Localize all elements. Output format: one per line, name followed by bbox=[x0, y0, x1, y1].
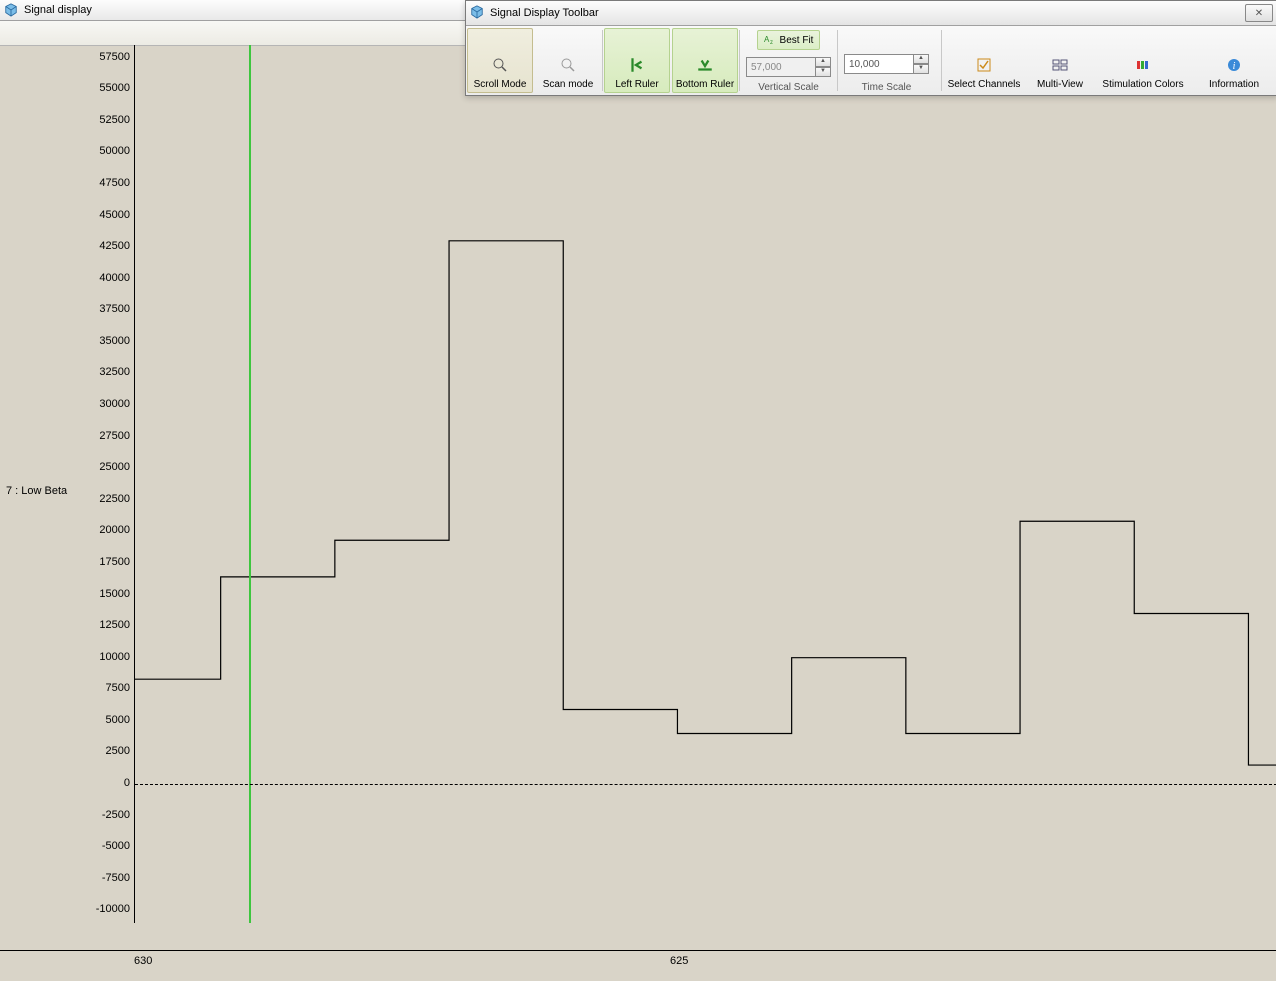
spin-up-icon[interactable]: ▲ bbox=[816, 57, 831, 67]
close-button[interactable]: ✕ bbox=[1245, 4, 1273, 22]
vertical-scale-group: Az Best Fit ▲▼ Vertical Scale bbox=[740, 26, 837, 95]
y-tick: 52500 bbox=[84, 114, 130, 126]
cursor-marker bbox=[249, 45, 251, 923]
chart-canvas[interactable] bbox=[134, 45, 1276, 923]
vertical-scale-input[interactable] bbox=[746, 57, 816, 77]
multi-view-label: Multi-View bbox=[1037, 79, 1083, 90]
time-scale-group: ▲▼ Time Scale bbox=[838, 26, 935, 95]
y-tick: 40000 bbox=[84, 272, 130, 284]
colors-icon bbox=[1133, 55, 1153, 75]
info-icon: i bbox=[1224, 55, 1244, 75]
stimulation-colors-label: Stimulation Colors bbox=[1102, 79, 1183, 90]
y-tick: 15000 bbox=[84, 588, 130, 600]
select-channels-icon bbox=[974, 55, 994, 75]
y-tick: 27500 bbox=[84, 430, 130, 442]
close-icon: ✕ bbox=[1255, 8, 1263, 19]
x-tick: 625 bbox=[670, 955, 688, 967]
left-ruler-button[interactable]: Left Ruler bbox=[604, 28, 670, 93]
spin-down-icon[interactable]: ▼ bbox=[816, 67, 831, 77]
best-fit-label: Best Fit bbox=[780, 35, 814, 46]
scan-mode-button[interactable]: Scan mode bbox=[535, 28, 601, 93]
bottom-ruler-button[interactable]: Bottom Ruler bbox=[672, 28, 738, 93]
channel-label: 7 : Low Beta bbox=[6, 485, 67, 497]
x-axis: 630 625 bbox=[0, 950, 1276, 981]
y-tick: 57500 bbox=[84, 51, 130, 63]
y-tick: 17500 bbox=[84, 556, 130, 568]
scroll-mode-label: Scroll Mode bbox=[474, 79, 527, 90]
multi-view-icon bbox=[1050, 55, 1070, 75]
signal-display-window: Signal display 7 : Low Beta 57500 55000 52… bbox=[0, 0, 1276, 981]
y-axis: 5750055000525005000047500450004250040000… bbox=[84, 45, 134, 923]
svg-text:i: i bbox=[1233, 61, 1236, 72]
app-icon bbox=[4, 3, 18, 17]
bottom-ruler-icon bbox=[695, 55, 715, 75]
y-tick: 20000 bbox=[84, 524, 130, 536]
best-fit-button[interactable]: Az Best Fit bbox=[757, 30, 821, 50]
y-tick: 22500 bbox=[84, 493, 130, 505]
y-tick: 0 bbox=[84, 777, 130, 789]
bottom-ruler-label: Bottom Ruler bbox=[676, 79, 734, 90]
scan-mode-label: Scan mode bbox=[543, 79, 594, 90]
y-tick: 35000 bbox=[84, 335, 130, 347]
y-tick: 7500 bbox=[84, 682, 130, 694]
information-button[interactable]: i Information bbox=[1193, 28, 1275, 93]
y-tick: 25000 bbox=[84, 461, 130, 473]
best-fit-icon: Az bbox=[764, 33, 776, 48]
magnifier-icon bbox=[490, 55, 510, 75]
time-scale-input[interactable] bbox=[844, 54, 914, 74]
spin-down-icon[interactable]: ▼ bbox=[914, 64, 929, 74]
baseline-zero bbox=[135, 784, 1276, 785]
information-label: Information bbox=[1209, 79, 1259, 90]
spin-up-icon[interactable]: ▲ bbox=[914, 54, 929, 64]
y-tick: -10000 bbox=[84, 903, 130, 915]
y-tick: 37500 bbox=[84, 303, 130, 315]
plot-area[interactable]: 7 : Low Beta 575005500052500500004750045… bbox=[0, 45, 1276, 935]
toolbar-body: Scroll Mode Scan mode Left Ruler Bottom … bbox=[466, 26, 1276, 95]
app-icon bbox=[470, 5, 484, 22]
multi-view-button[interactable]: Multi-View bbox=[1027, 28, 1093, 93]
y-tick: 10000 bbox=[84, 651, 130, 663]
step-path bbox=[135, 45, 1276, 923]
toolbar-title-bar[interactable]: Signal Display Toolbar ✕ bbox=[466, 1, 1276, 26]
select-channels-button[interactable]: Select Channels bbox=[943, 28, 1025, 93]
y-tick: -2500 bbox=[84, 809, 130, 821]
scroll-mode-button[interactable]: Scroll Mode bbox=[467, 28, 533, 93]
time-scale-spinner[interactable]: ▲▼ bbox=[844, 54, 929, 74]
x-tick: 630 bbox=[134, 955, 152, 967]
time-scale-label: Time Scale bbox=[862, 82, 912, 93]
toolbar-window: Signal Display Toolbar ✕ Scroll Mode Sca… bbox=[465, 0, 1276, 96]
y-tick: 55000 bbox=[84, 82, 130, 94]
left-ruler-icon bbox=[627, 55, 647, 75]
select-channels-label: Select Channels bbox=[948, 79, 1021, 90]
y-tick: 42500 bbox=[84, 240, 130, 252]
y-tick: 2500 bbox=[84, 745, 130, 757]
y-tick: 5000 bbox=[84, 714, 130, 726]
magnifier-icon bbox=[558, 55, 578, 75]
y-tick: 45000 bbox=[84, 209, 130, 221]
y-tick: 12500 bbox=[84, 619, 130, 631]
svg-text:z: z bbox=[770, 40, 773, 45]
signal-title-text: Signal display bbox=[24, 4, 92, 16]
y-tick: 32500 bbox=[84, 366, 130, 378]
y-tick: 47500 bbox=[84, 177, 130, 189]
y-tick: -5000 bbox=[84, 840, 130, 852]
vertical-scale-spinner[interactable]: ▲▼ bbox=[746, 57, 831, 77]
left-ruler-label: Left Ruler bbox=[615, 79, 658, 90]
toolbar-title-text: Signal Display Toolbar bbox=[490, 7, 1245, 19]
y-tick: -7500 bbox=[84, 872, 130, 884]
stimulation-colors-button[interactable]: Stimulation Colors bbox=[1095, 28, 1191, 93]
y-tick: 50000 bbox=[84, 145, 130, 157]
vertical-scale-label: Vertical Scale bbox=[758, 82, 819, 93]
y-tick: 30000 bbox=[84, 398, 130, 410]
